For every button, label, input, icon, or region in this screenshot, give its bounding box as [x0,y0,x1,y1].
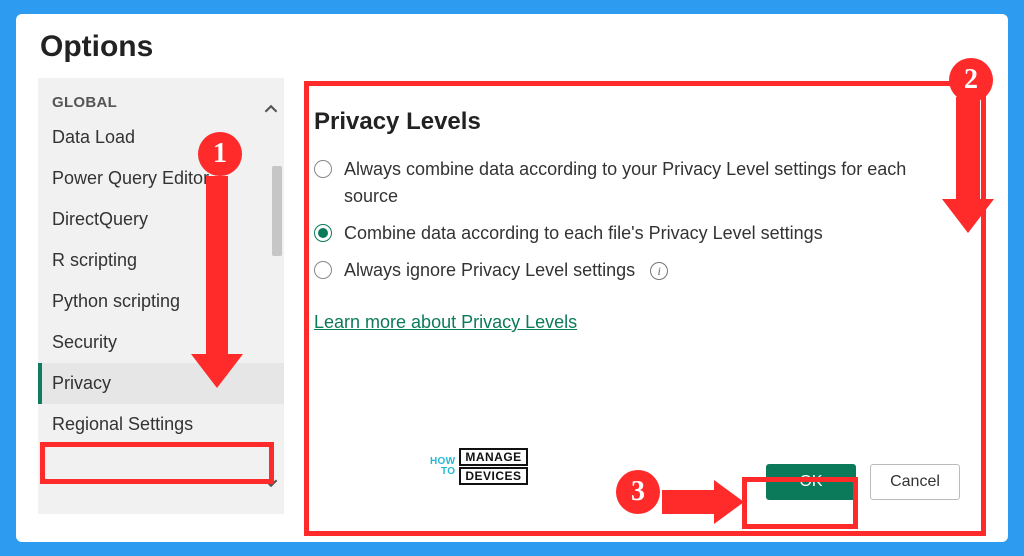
scrollbar-thumb[interactable] [272,166,282,256]
sidebar-section-global: GLOBAL [38,84,284,117]
watermark-text: TO [430,467,455,477]
info-icon[interactable]: i [650,262,668,280]
sidebar-item-label: DirectQuery [52,209,148,229]
sidebar: GLOBAL Data Load Power Query Editor Dire… [38,78,284,514]
sidebar-item-regional-settings[interactable]: Regional Settings [38,404,284,445]
sidebar-item-power-query-editor[interactable]: Power Query Editor [38,158,284,199]
dialog-buttons: OK Cancel [766,464,960,500]
watermark-block: MANAGE DEVICES [459,448,527,485]
chevron-up-icon[interactable] [264,102,278,116]
settings-panel: Privacy Levels Always combine data accor… [284,78,990,514]
watermark-text: MANAGE [459,448,527,466]
sidebar-item-label: Data Load [52,127,135,147]
sidebar-item-label: Regional Settings [52,414,193,434]
panel-heading: Privacy Levels [314,108,956,136]
sidebar-item-data-load[interactable]: Data Load [38,117,284,158]
ok-button[interactable]: OK [766,464,856,500]
watermark: HOW TO MANAGE DEVICES [430,448,528,485]
sidebar-item-python-scripting[interactable]: Python scripting [38,281,284,322]
sidebar-item-label: Privacy [52,373,111,393]
learn-more-link[interactable]: Learn more about Privacy Levels [314,312,577,333]
radio-label: Combine data according to each file's Pr… [344,220,956,247]
watermark-text: DEVICES [459,467,527,485]
sidebar-item-label: R scripting [52,250,137,270]
radio-label: Always combine data according to your Pr… [344,156,956,210]
privacy-option-ignore[interactable]: Always ignore Privacy Level settings i [314,257,956,284]
sidebar-item-privacy[interactable]: Privacy [38,363,284,404]
page-title: Options [40,30,990,64]
sidebar-item-label: Python scripting [52,291,180,311]
sidebar-item-label: Power Query Editor [52,168,209,188]
sidebar-item-r-scripting[interactable]: R scripting [38,240,284,281]
privacy-option-per-file[interactable]: Combine data according to each file's Pr… [314,220,956,247]
sidebar-item-label: Security [52,332,117,352]
radio-icon [314,160,332,178]
radio-label: Always ignore Privacy Level settings i [344,257,956,284]
sidebar-item-directquery[interactable]: DirectQuery [38,199,284,240]
watermark-how-to: HOW TO [430,457,455,477]
sidebar-item-security[interactable]: Security [38,322,284,363]
watermark-text: HOW [430,457,455,467]
privacy-option-always-combine[interactable]: Always combine data according to your Pr… [314,156,956,210]
radio-icon [314,261,332,279]
sidebar-scrollbar[interactable] [270,96,282,496]
radio-icon [314,224,332,242]
cancel-button[interactable]: Cancel [870,464,960,500]
radio-label-text: Always ignore Privacy Level settings [344,260,635,280]
chevron-down-icon[interactable] [264,476,278,490]
